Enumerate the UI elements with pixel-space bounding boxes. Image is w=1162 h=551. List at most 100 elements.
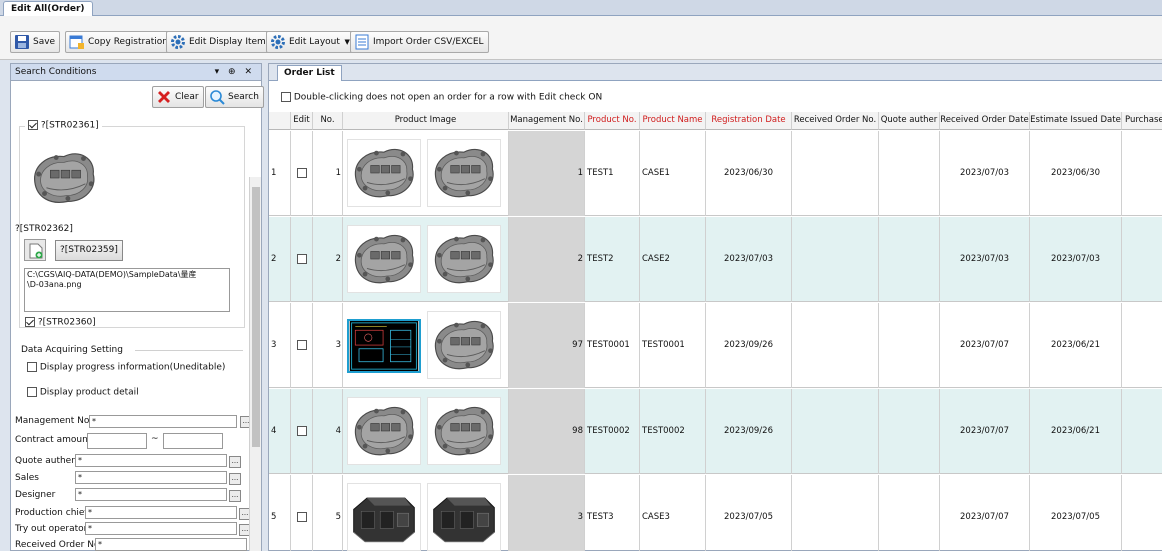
table-row[interactable]: 5 5 3 TEST3 CASE3 2023/07/05 2023/07/07 … [269, 475, 1162, 551]
contract-amount-min-input[interactable] [87, 433, 147, 449]
row-edit-checkbox[interactable] [296, 339, 307, 350]
product-image-cell [343, 217, 509, 302]
image-path-field[interactable]: C:\CGS\AIQ-DATA(DEMO)\SampleData\量産 \D-0… [24, 268, 230, 312]
row-edit-checkbox[interactable] [296, 425, 307, 436]
edit-cell[interactable] [291, 131, 313, 216]
management-no-cell: 2 [509, 217, 585, 302]
designer-input[interactable]: * [75, 488, 227, 501]
table-row[interactable]: 2 2 2 TEST2 CASE2 2023/07/03 2023/07/03 … [269, 217, 1162, 302]
header-received-order-date[interactable]: Received Order Date [940, 112, 1030, 130]
search-button[interactable]: Search [205, 86, 264, 108]
management-no-label: Management No. [15, 416, 93, 426]
contract-amount-max-input[interactable] [163, 433, 223, 449]
document-tab-bar: Edit All(Order) [0, 0, 1162, 16]
product-image-cell [343, 303, 509, 388]
sales-picker-button[interactable]: ... [229, 473, 241, 485]
registration-date-cell: 2023/07/05 [706, 475, 792, 551]
try-out-operator-input[interactable]: * [85, 522, 237, 535]
edit-cell[interactable] [291, 217, 313, 302]
product-image-thumbnail[interactable] [347, 397, 421, 465]
header-estimate-issued-date[interactable]: Estimate Issued Date [1030, 112, 1122, 130]
management-no-input[interactable]: * [89, 415, 237, 428]
product-drawing-thumbnail[interactable] [347, 319, 421, 373]
scrollbar-thumb[interactable] [252, 187, 260, 447]
purchase-order-cell [1122, 389, 1162, 474]
table-row[interactable]: 1 1 1 TEST1 CASE1 2023/06/30 2023/07/03 … [269, 131, 1162, 216]
edit-display-item-button[interactable]: Edit Display Item [166, 31, 271, 53]
header-management-no[interactable]: Management No. [509, 112, 585, 130]
panel-window-controls[interactable]: ▾ ⊕ ✕ [215, 64, 255, 80]
header-no[interactable]: No. [313, 112, 343, 130]
product-image-thumbnail[interactable] [427, 139, 501, 207]
product-image-thumbnail[interactable] [347, 225, 421, 293]
row-edit-checkbox[interactable] [296, 167, 307, 178]
add-image-button[interactable] [24, 239, 46, 261]
production-chief-input[interactable]: * [85, 506, 237, 519]
management-no-cell: 98 [509, 389, 585, 474]
order-list-tab[interactable]: Order List [277, 65, 342, 81]
header-purchase-order[interactable]: Purchase O [1122, 112, 1162, 130]
doc-tab-edit-all-order[interactable]: Edit All(Order) [3, 1, 93, 16]
row-index: 5 [269, 475, 291, 551]
product-no-cell: TEST1 [585, 131, 640, 216]
clear-button[interactable]: Clear [152, 86, 204, 108]
row-index: 3 [269, 303, 291, 388]
order-list-panel: Order List Double-clicking does not open… [268, 63, 1162, 551]
header-quote-auther[interactable]: Quote auther [879, 112, 940, 130]
received-order-date-cell: 2023/07/07 [940, 303, 1030, 388]
received-order-no-cell [792, 303, 879, 388]
copy-registration-button[interactable]: Copy Registration [65, 31, 173, 53]
product-image-thumbnail[interactable] [427, 397, 501, 465]
edit-cell[interactable] [291, 475, 313, 551]
product-name-cell: TEST0002 [640, 389, 706, 474]
display-progress-checkbox[interactable] [27, 362, 37, 372]
purchase-order-cell [1122, 475, 1162, 551]
edit-layout-button[interactable]: Edit Layout ▼ [266, 31, 355, 53]
received-order-date-cell: 2023/07/07 [940, 389, 1030, 474]
product-name-cell: CASE3 [640, 475, 706, 551]
display-product-checkbox[interactable] [27, 387, 37, 397]
quote-auther-cell [879, 131, 940, 216]
str02359-button[interactable]: ?[STR02359] [55, 240, 123, 261]
str02360-checkbox[interactable] [25, 317, 35, 327]
edit-cell[interactable] [291, 389, 313, 474]
header-product-name[interactable]: Product Name [640, 112, 706, 130]
edit-cell[interactable] [291, 303, 313, 388]
save-button[interactable]: Save [10, 31, 61, 53]
range-tilde: ~ [151, 434, 159, 444]
image-path-line2: \D-03ana.png [27, 280, 82, 289]
copy-registration-label: Copy Registration [88, 37, 168, 47]
str02361-checkbox[interactable] [28, 120, 38, 130]
header-product-no[interactable]: Product No. [585, 112, 640, 130]
table-row[interactable]: 4 4 98 TEST0002 TEST0002 2023/09/26 2023… [269, 389, 1162, 474]
product-image-thumbnail[interactable] [427, 483, 501, 551]
product-image-thumbnail[interactable] [347, 483, 421, 551]
registration-date-cell: 2023/07/03 [706, 217, 792, 302]
registration-date-cell: 2023/06/30 [706, 131, 792, 216]
quote-auther-picker-button[interactable]: ... [229, 456, 241, 468]
product-image-thumbnail[interactable] [427, 311, 501, 379]
designer-picker-button[interactable]: ... [229, 490, 241, 502]
search-panel-scrollbar[interactable] [249, 177, 261, 551]
product-no-cell: TEST3 [585, 475, 640, 551]
received-order-no-input[interactable]: * [95, 538, 247, 551]
edit-notice-label: Double-clicking does not open an order f… [293, 92, 603, 103]
sales-input[interactable]: * [75, 471, 227, 484]
row-edit-checkbox[interactable] [296, 253, 307, 264]
edit-notice-checkbox[interactable] [281, 92, 291, 102]
received-order-no-cell [792, 475, 879, 551]
quote-auther-cell [879, 217, 940, 302]
header-product-image[interactable]: Product Image [343, 112, 509, 130]
product-image-thumbnail[interactable] [427, 225, 501, 293]
received-order-no-cell [792, 217, 879, 302]
received-order-no-cell [792, 389, 879, 474]
try-out-operator-label: Try out operator [15, 524, 88, 534]
header-received-order-no[interactable]: Received Order No. [792, 112, 879, 130]
product-image-thumbnail[interactable] [347, 139, 421, 207]
header-edit[interactable]: Edit [291, 112, 313, 130]
quote-auther-input[interactable]: * [75, 454, 227, 467]
import-order-csv-button[interactable]: Import Order CSV/EXCEL [350, 31, 489, 53]
row-edit-checkbox[interactable] [296, 511, 307, 522]
header-registration-date[interactable]: Registration Date [706, 112, 792, 130]
table-row[interactable]: 3 3 97 TEST0001 TEST0001 2023/09/26 2023… [269, 303, 1162, 388]
